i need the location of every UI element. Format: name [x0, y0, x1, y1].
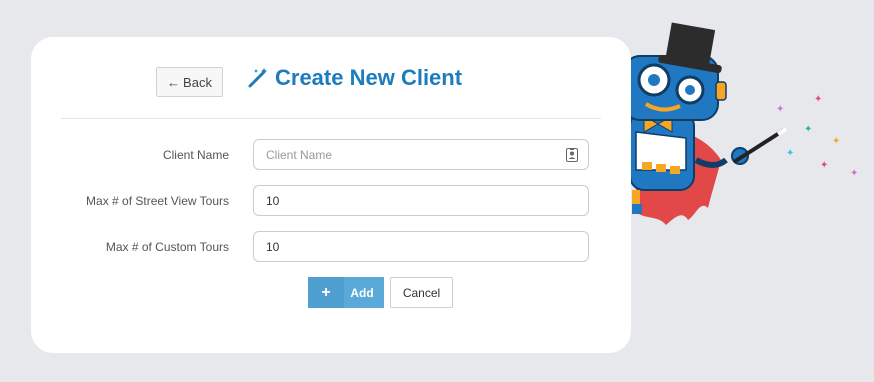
client-name-row: Client Name [31, 139, 631, 171]
street-view-tours-label: Max # of Street View Tours [86, 194, 229, 208]
client-name-input[interactable] [253, 139, 589, 170]
custom-tours-label: Max # of Custom Tours [105, 240, 229, 254]
street-view-tours-row: Max # of Street View Tours [31, 185, 631, 217]
custom-tours-input[interactable] [253, 231, 589, 262]
svg-text:✦: ✦ [814, 94, 822, 105]
robot-magician-illustration: ✦ ✦ ✦ ✦ ✦ ✦ ✦ [623, 22, 858, 225]
add-button[interactable]: + Add [308, 277, 384, 308]
header-divider [61, 118, 601, 119]
svg-text:✦: ✦ [850, 168, 858, 179]
page-title-group: Create New Client [247, 65, 462, 91]
custom-tours-row: Max # of Custom Tours [31, 231, 631, 263]
magic-wand-icon [248, 68, 267, 88]
street-view-tours-input[interactable] [253, 185, 589, 216]
svg-text:✦: ✦ [820, 160, 828, 171]
svg-text:✦: ✦ [786, 148, 794, 159]
add-button-label: Add [350, 285, 374, 300]
back-button-label: Back [183, 74, 212, 90]
client-name-label: Client Name [162, 148, 229, 162]
cancel-button[interactable]: Cancel [390, 277, 453, 308]
create-client-card: ← Back Create New Client Client Name Max… [31, 37, 631, 353]
arrow-left-icon: ← [167, 74, 181, 90]
card-header: ← Back Create New Client [31, 37, 631, 119]
svg-text:✦: ✦ [776, 104, 784, 115]
svg-text:✦: ✦ [832, 136, 840, 147]
svg-text:✦: ✦ [804, 124, 812, 135]
page-title: Create New Client [275, 65, 463, 90]
back-button[interactable]: ← Back [156, 67, 223, 97]
contact-card-icon[interactable] [566, 148, 578, 162]
plus-icon: + [308, 277, 344, 308]
